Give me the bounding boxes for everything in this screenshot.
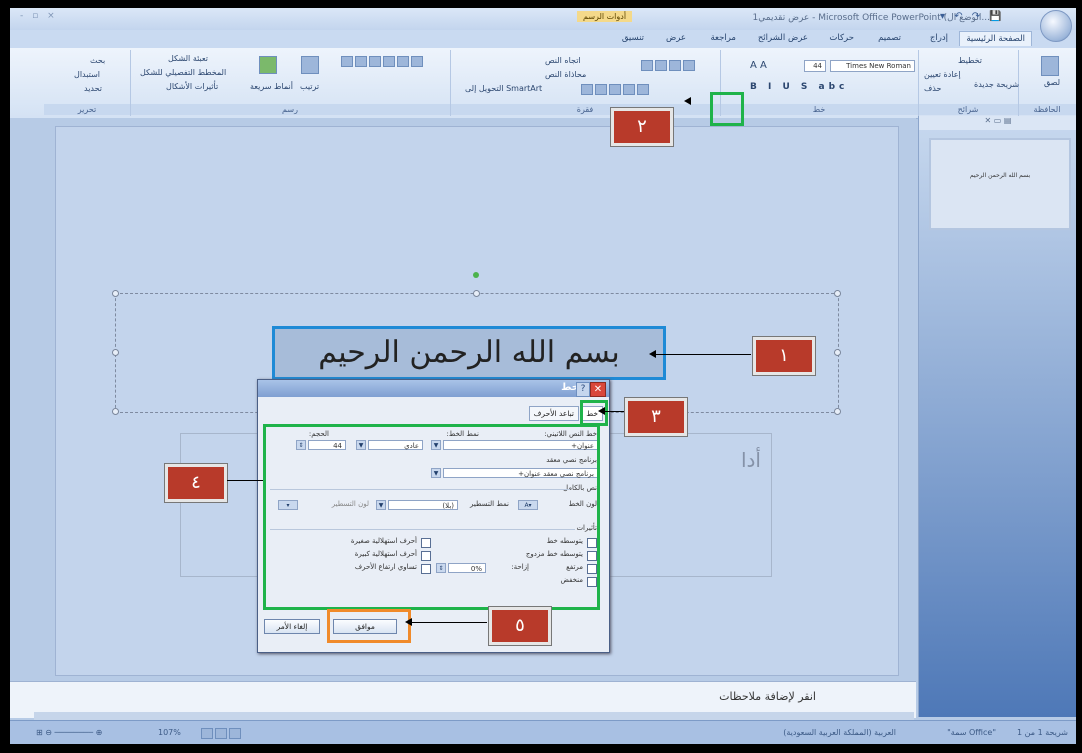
selected-title-text[interactable]: بسم الله الرحمن الرحيم <box>272 326 666 380</box>
new-slide-button[interactable]: شريحة جديدة <box>974 80 1019 89</box>
window-controls[interactable]: - ▫ × <box>20 11 58 21</box>
shapes-gallery[interactable] <box>340 56 424 67</box>
paste-label: لصق <box>1044 78 1061 87</box>
group-label-font: خط <box>720 104 918 115</box>
help-icon[interactable]: ? <box>576 382 590 397</box>
status-language: العربية (المملكة العربية السعودية) <box>783 728 896 737</box>
arrange-button[interactable]: ترتيب <box>300 82 319 91</box>
font-size-box[interactable]: 44 <box>804 60 826 72</box>
group-label-clipboard: الحافظة <box>1018 104 1076 115</box>
arrow-2 <box>684 97 710 105</box>
notes-placeholder: انقر لإضافة ملاحظات <box>719 690 816 703</box>
tab-format[interactable]: تنسيق <box>622 33 644 43</box>
arrow-4 <box>227 480 263 481</box>
resize-handle[interactable] <box>112 290 119 297</box>
group-label-paragraph: فقرة <box>450 104 720 115</box>
horizontal-scrollbar[interactable] <box>34 712 914 720</box>
callout-1: ١ <box>753 337 815 375</box>
highlight-font-settings <box>263 424 600 610</box>
tab-review[interactable]: مراجعة <box>710 33 736 43</box>
ribbon-tabs: الصفحة الرئيسية إدراج تصميم حركات عرض ال… <box>10 30 1076 48</box>
grow-font-icon[interactable]: A A <box>750 60 767 71</box>
subtitle-placeholder-text: أدا <box>740 448 761 472</box>
replace-button[interactable]: استبدال <box>74 70 100 79</box>
office-button[interactable] <box>1040 10 1072 42</box>
callout-3: ٣ <box>625 398 687 436</box>
resize-handle[interactable] <box>112 408 119 415</box>
list-buttons[interactable] <box>640 60 696 71</box>
shape-outline-button[interactable]: المخطط التفصيلي للشكل <box>140 68 226 77</box>
select-button[interactable]: تحديد <box>84 84 102 93</box>
group-paragraph: اتجاه النص محاذاة النص التحويل إلى Smart… <box>450 50 721 116</box>
callout-4: ٤ <box>165 464 227 502</box>
arrow-5 <box>405 618 487 626</box>
paste-button[interactable] <box>1040 56 1060 76</box>
tab-animations[interactable]: حركات <box>829 33 854 43</box>
convert-smartart-button[interactable]: التحويل إلى SmartArt <box>465 84 542 93</box>
group-slides: تخطيط إعادة تعيين حذف شريحة جديدة شرائح <box>918 50 1019 116</box>
font-name-box[interactable]: Times New Roman <box>830 60 915 72</box>
arrange-icon[interactable] <box>300 56 320 74</box>
resize-handle[interactable] <box>834 290 841 297</box>
group-drawing: ترتيب أنماط سريعة تعبئة الشكل المخطط الت… <box>130 50 451 116</box>
highlight-ok-button <box>327 609 411 643</box>
arrow-1 <box>649 350 751 358</box>
quick-styles-icon[interactable] <box>258 56 278 74</box>
close-icon[interactable]: ✕ <box>590 382 606 397</box>
thumbnail-text: بسم الله الرحمن الرحيم <box>969 172 1031 179</box>
shape-fill-button[interactable]: تعبئة الشكل <box>168 54 208 63</box>
group-font: Times New Roman 44 A A B I U S abc خط <box>720 50 919 116</box>
callout-2: ٢ <box>611 108 673 146</box>
tab-insert[interactable]: إدراج <box>930 33 948 43</box>
tab-slideshow[interactable]: عرض الشرائح <box>758 33 808 43</box>
zoom-level[interactable]: 107% <box>158 728 181 737</box>
title-bar: - ▫ × أدوات الرسم عرض تقديمي1 - Microsof… <box>10 8 1076 30</box>
pane-tabs[interactable]: ✕ ▭ ▤ <box>919 116 1076 130</box>
highlight-font-launcher <box>710 92 744 126</box>
resize-handle[interactable] <box>112 349 119 356</box>
dialog-title-bar: خط ? ✕ <box>258 380 609 397</box>
resize-handle[interactable] <box>473 290 480 297</box>
resize-handle[interactable] <box>834 408 841 415</box>
group-editing: بحث استبدال تحديد تحرير <box>44 50 131 116</box>
reset-button[interactable]: إعادة تعيين <box>924 70 961 79</box>
tab-view[interactable]: عرض <box>666 33 686 43</box>
quick-styles-button[interactable]: أنماط سريعة <box>250 82 293 91</box>
find-button[interactable]: بحث <box>90 56 105 65</box>
quick-access-toolbar[interactable]: ▾ ↶ ↷ 💾 <box>940 11 1005 22</box>
status-theme: "سمة Office" <box>947 728 996 737</box>
cancel-button[interactable]: إلغاء الأمر <box>264 619 320 634</box>
rotation-handle[interactable] <box>473 272 479 278</box>
tab-design[interactable]: تصميم <box>878 33 901 43</box>
window-title: عرض تقديمي1 - Microsoft Office PowerPoin… <box>752 13 991 23</box>
group-clipboard: لصق الحافظة <box>1018 50 1076 116</box>
layout-button[interactable]: تخطيط <box>958 56 982 65</box>
zoom-slider[interactable]: ⊞ ⊖ ──────── ⊕ <box>36 728 102 737</box>
alignment-buttons[interactable] <box>580 84 650 95</box>
group-label-editing: تحرير <box>44 104 130 115</box>
status-bar: شريحة 1 من 1 "سمة Office" العربية (الممل… <box>10 720 1076 744</box>
text-direction-button[interactable]: اتجاه النص <box>545 56 581 65</box>
shape-effects-button[interactable]: تأثيرات الأشكال <box>166 82 218 91</box>
align-text-button[interactable]: محاذاة النص <box>545 70 586 79</box>
delete-slide-button[interactable]: حذف <box>924 84 941 93</box>
callout-5: ٥ <box>489 607 551 645</box>
group-label-drawing: رسم <box>130 104 450 115</box>
slides-thumbnail-pane: ✕ ▭ ▤ بسم الله الرحمن الرحيم <box>918 116 1076 717</box>
paste-icon <box>1041 56 1059 76</box>
arrow-3 <box>598 407 624 415</box>
view-buttons[interactable] <box>200 728 242 739</box>
resize-handle[interactable] <box>834 349 841 356</box>
ribbon: لصق الحافظة تخطيط إعادة تعيين حذف شريحة … <box>10 48 1076 119</box>
tab-home[interactable]: الصفحة الرئيسية <box>959 31 1032 46</box>
group-label-slides: شرائح <box>918 104 1018 115</box>
slide-thumbnail[interactable]: بسم الله الرحمن الرحيم <box>929 138 1071 230</box>
status-slide-info: شريحة 1 من 1 <box>1017 728 1068 737</box>
tab-character-spacing[interactable]: تباعد الأحرف <box>528 406 579 421</box>
font-format-buttons[interactable]: B I U S abc <box>750 82 848 92</box>
